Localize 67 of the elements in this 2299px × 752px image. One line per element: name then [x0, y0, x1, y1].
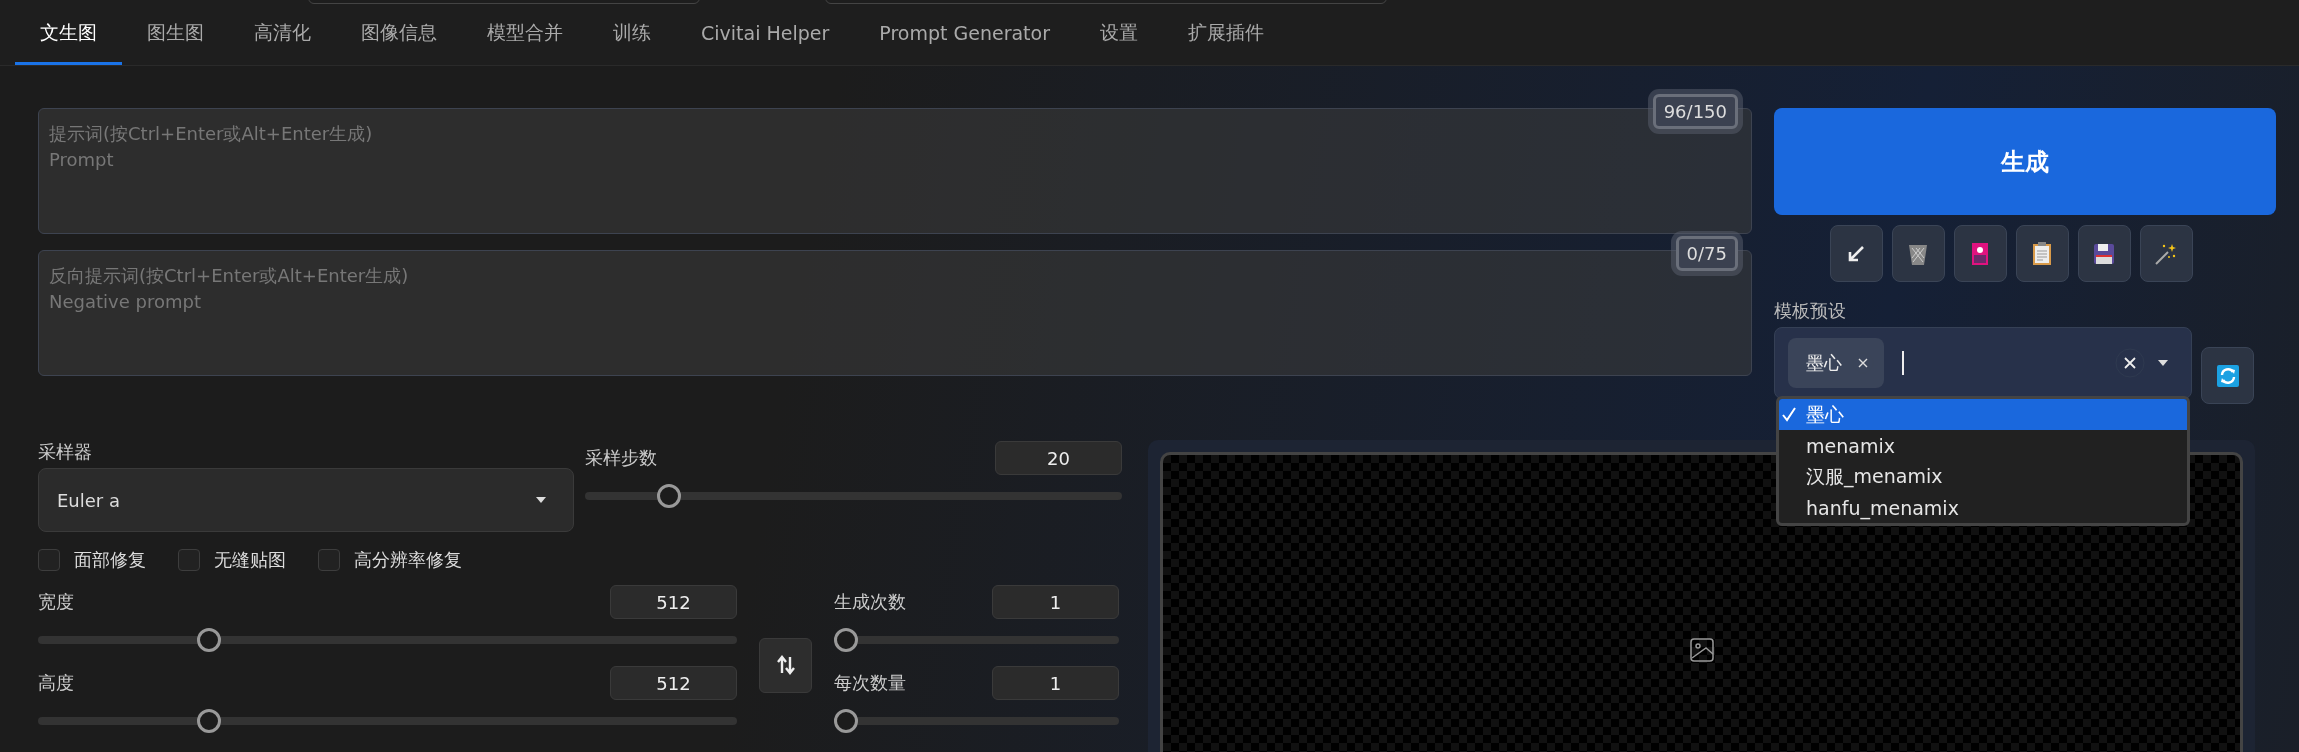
- dropdown-option[interactable]: menamix: [1779, 430, 2187, 461]
- save-button[interactable]: [2077, 225, 2131, 282]
- caret-icon: [535, 496, 547, 504]
- arrow-icon: [1846, 243, 1866, 264]
- slider-label: 每次数量: [834, 671, 906, 695]
- refresh-icon: [2216, 364, 2239, 387]
- swap-arrows-icon: [776, 655, 795, 675]
- slider-track[interactable]: [834, 628, 1119, 652]
- number-field[interactable]: 1: [992, 585, 1119, 619]
- slider-thumb[interactable]: [197, 709, 222, 733]
- slider-label: 宽度: [38, 590, 74, 614]
- field-label: 采样器: [38, 440, 93, 464]
- number-field[interactable]: 512: [610, 585, 737, 619]
- generate-button[interactable]: 生成: [1774, 108, 2276, 215]
- sampler-dropdown[interactable]: Euler a: [38, 468, 574, 532]
- slider-label: 采样步数: [585, 446, 657, 470]
- field-label: 模板预设: [1774, 299, 1847, 323]
- dropdown-option[interactable]: hanfu_menamix: [1779, 492, 2187, 523]
- slider-thumb[interactable]: [197, 628, 222, 652]
- slider-track[interactable]: [38, 628, 737, 652]
- dropdown-option[interactable]: 汉服_menamix: [1779, 461, 2187, 492]
- slider-track[interactable]: [834, 709, 1119, 733]
- slider-track[interactable]: [585, 484, 1122, 508]
- slider-track[interactable]: [38, 709, 737, 733]
- style-tag[interactable]: 墨心: [1788, 338, 1884, 388]
- number-field[interactable]: 512: [610, 666, 737, 700]
- swap-button[interactable]: [759, 637, 812, 693]
- checkbox-label: 无缝贴图: [214, 548, 286, 572]
- checkbox[interactable]: [318, 549, 340, 571]
- slider-label: 生成次数: [834, 590, 906, 614]
- slider-label: 高度: [38, 671, 74, 695]
- token-counter: 96/150: [1652, 94, 1738, 129]
- text-cursor: [1902, 351, 1904, 375]
- tab[interactable]: 设置: [1075, 3, 1163, 65]
- caret-icon[interactable]: [2157, 359, 2169, 367]
- slider-thumb[interactable]: [656, 484, 681, 508]
- tab[interactable]: 文生图: [15, 3, 122, 65]
- checkbox-label: 高分辨率修复: [354, 548, 462, 572]
- arrow-button[interactable]: [1829, 225, 1883, 282]
- check-icon: [1781, 406, 1797, 422]
- checkbox-label: 面部修复: [74, 548, 146, 572]
- clipboard-button[interactable]: [2015, 225, 2069, 282]
- card-icon: [1971, 241, 1989, 266]
- tab[interactable]: 扩展插件: [1163, 3, 1289, 65]
- refresh-button[interactable]: [2201, 347, 2254, 404]
- tab[interactable]: 高清化: [229, 3, 336, 65]
- checkbox[interactable]: [38, 549, 60, 571]
- dropdown-option[interactable]: 墨心: [1779, 399, 2187, 430]
- tab[interactable]: Civitai Helper: [676, 3, 855, 65]
- slider-thumb[interactable]: [834, 709, 858, 733]
- clipboard-icon: [2032, 241, 2052, 266]
- token-counter: 0/75: [1675, 236, 1738, 271]
- clear-icon[interactable]: [2115, 348, 2145, 378]
- number-field[interactable]: 20: [995, 441, 1122, 475]
- tab[interactable]: 图像信息: [336, 3, 462, 65]
- number-field[interactable]: 1: [992, 666, 1119, 700]
- image-icon: [1689, 638, 1714, 662]
- tab[interactable]: 模型合并: [462, 3, 588, 65]
- checkbox[interactable]: [178, 549, 200, 571]
- trash-button[interactable]: [1891, 225, 1945, 282]
- image-card-button[interactable]: [1953, 225, 2007, 282]
- tab[interactable]: 图生图: [122, 3, 229, 65]
- floppy-icon: [2093, 242, 2115, 265]
- magic-wand-button[interactable]: [2139, 225, 2193, 282]
- tab[interactable]: 训练: [588, 3, 676, 65]
- slider-thumb[interactable]: [834, 628, 858, 652]
- tab[interactable]: Prompt Generator: [854, 3, 1075, 65]
